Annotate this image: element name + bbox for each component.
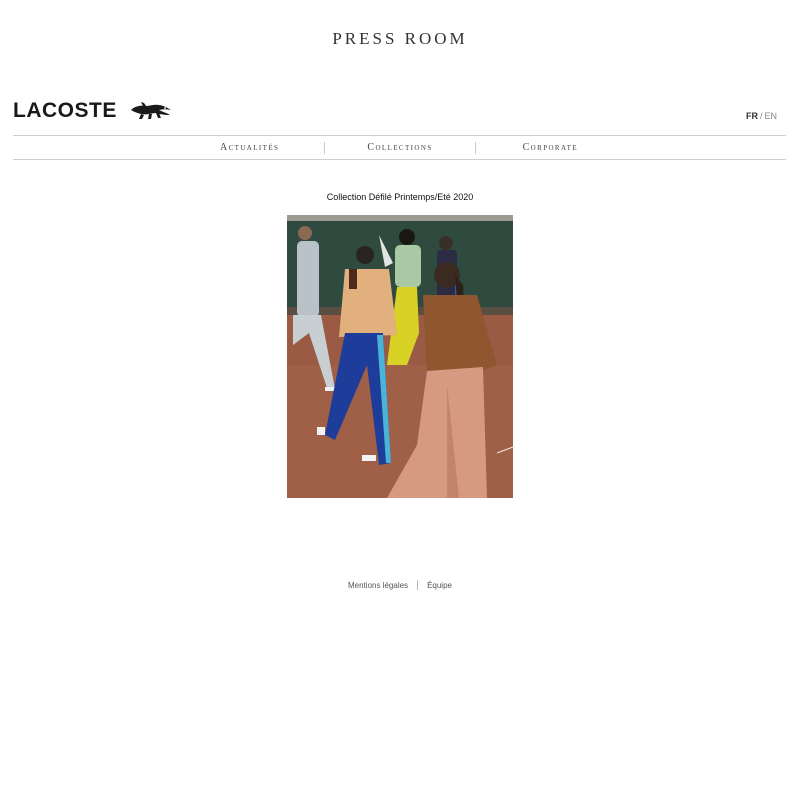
footer: Mentions légales Équipe bbox=[0, 580, 800, 590]
lang-separator: / bbox=[759, 111, 763, 121]
press-room-title: PRESS ROOM bbox=[332, 29, 468, 48]
language-switcher: FR / EN bbox=[746, 111, 777, 121]
lang-fr-link[interactable]: FR bbox=[746, 111, 758, 121]
footer-link-team[interactable]: Équipe bbox=[427, 581, 452, 590]
brand-logo[interactable]: LACOSTE bbox=[13, 97, 173, 125]
nav-item-collections[interactable]: Collections bbox=[325, 142, 474, 153]
collection-photo[interactable] bbox=[287, 215, 513, 498]
collection-caption: Collection Défilé Printemps/Eté 2020 bbox=[326, 192, 474, 202]
nav-bottom-rule bbox=[13, 159, 786, 160]
nav-item-actualites[interactable]: Actualités bbox=[175, 142, 324, 153]
main-nav: Actualités Collections Corporate bbox=[175, 136, 625, 159]
lang-en-link[interactable]: EN bbox=[764, 111, 777, 121]
footer-divider bbox=[417, 580, 419, 590]
brand-name: LACOSTE bbox=[13, 99, 117, 122]
nav-item-corporate[interactable]: Corporate bbox=[476, 142, 625, 153]
footer-link-legal[interactable]: Mentions légales bbox=[348, 581, 408, 590]
crocodile-logo-icon bbox=[130, 102, 171, 119]
